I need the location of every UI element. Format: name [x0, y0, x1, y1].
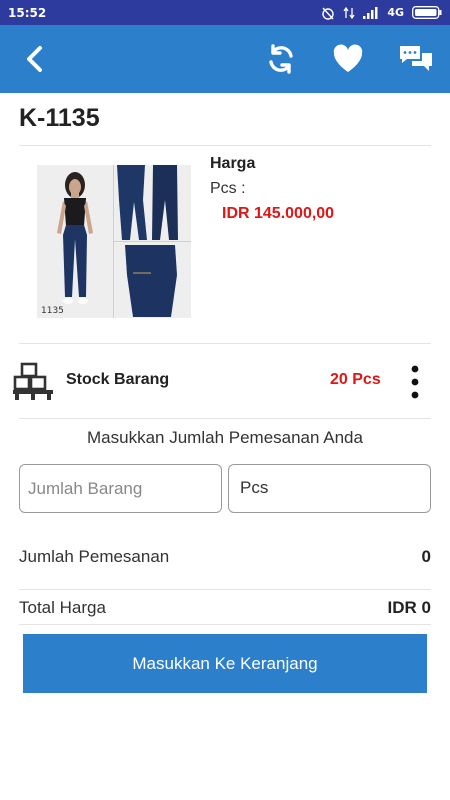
- unit-label: Pcs :: [210, 180, 246, 197]
- total-price-label: Total Harga: [19, 598, 106, 617]
- order-quantity-value: 0: [421, 547, 431, 566]
- divider: [19, 145, 431, 146]
- refresh-icon[interactable]: [264, 42, 298, 76]
- divider: [19, 418, 431, 419]
- order-prompt: Masukkan Jumlah Pemesanan Anda: [87, 428, 363, 447]
- heart-icon[interactable]: [331, 42, 365, 76]
- network-type: 4G: [387, 6, 404, 19]
- more-vert-icon[interactable]: [404, 364, 426, 400]
- app-bar: [0, 25, 450, 93]
- pallet-boxes-icon: [13, 362, 53, 400]
- total-price-value: IDR 0: [387, 598, 431, 617]
- chat-icon[interactable]: [398, 42, 434, 76]
- add-to-cart-button[interactable]: Masukkan Ke Keranjang: [23, 634, 427, 693]
- order-quantity-label: Jumlah Pemesanan: [19, 547, 170, 566]
- alarm-off-icon: [322, 7, 335, 20]
- signal-icon: [363, 6, 378, 19]
- status-bar: 15:52 4G: [0, 0, 450, 25]
- arrow-back-icon[interactable]: [18, 42, 52, 76]
- product-code: K-1135: [19, 104, 100, 132]
- product-image[interactable]: 1135: [37, 165, 191, 318]
- jeans-photo: 1135: [37, 165, 191, 318]
- divider: [19, 624, 431, 625]
- quantity-input[interactable]: [19, 464, 222, 513]
- battery-icon: [412, 6, 442, 19]
- stock-value: 20 Pcs: [330, 371, 381, 388]
- status-icons: 4G: [321, 6, 442, 20]
- unit-field: Pcs: [228, 464, 431, 513]
- divider: [19, 343, 431, 344]
- product-price: IDR 145.000,00: [222, 205, 335, 222]
- price-heading: Harga: [210, 155, 256, 172]
- status-time: 15:52: [8, 5, 47, 20]
- image-tag: 1135: [41, 306, 64, 316]
- stock-label: Stock Barang: [66, 371, 170, 388]
- data-transfer-icon: [343, 6, 355, 19]
- divider: [19, 589, 431, 590]
